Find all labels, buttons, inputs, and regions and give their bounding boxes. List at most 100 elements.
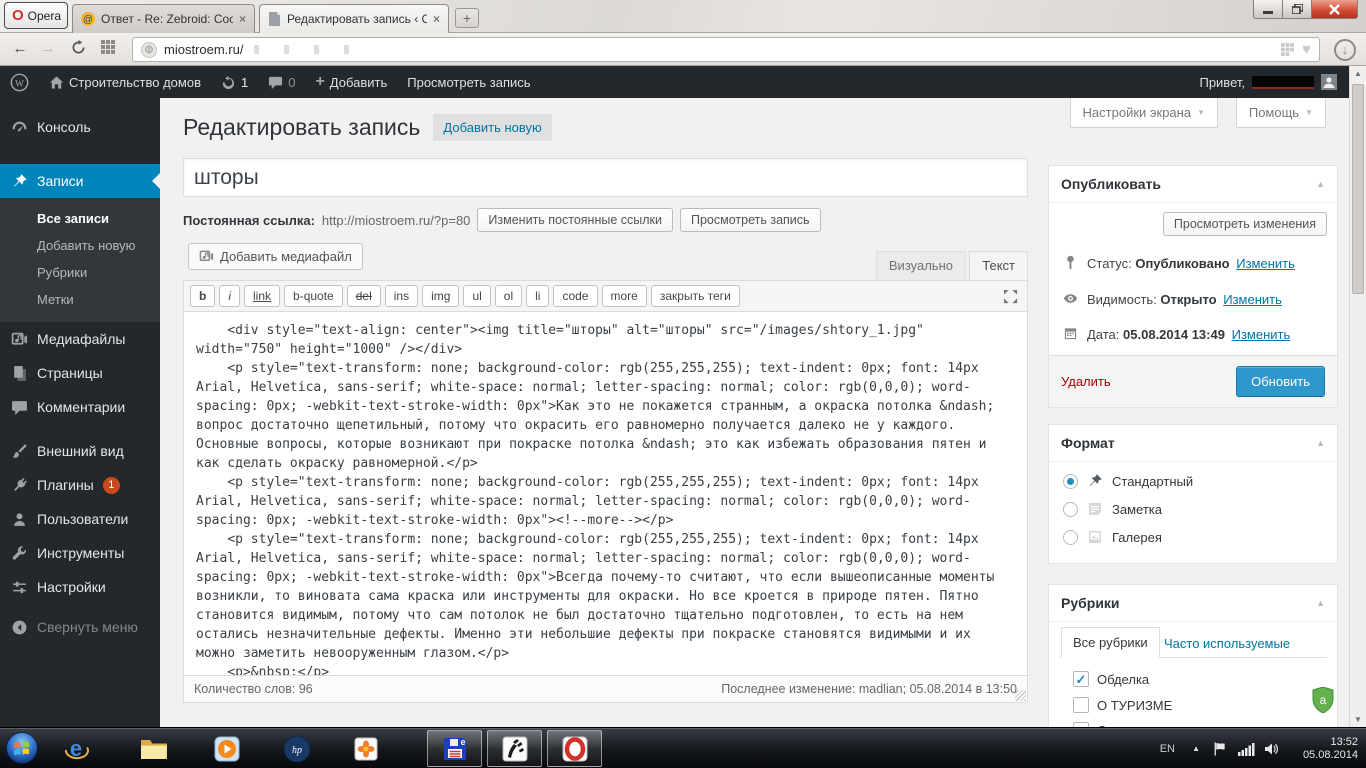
checkbox-unchecked[interactable] — [1073, 697, 1089, 713]
comments-menu[interactable]: 0 — [258, 66, 305, 98]
format-option-aside[interactable]: Заметка — [1063, 501, 1325, 517]
avatar[interactable] — [1321, 74, 1337, 90]
quicktag-close-tags[interactable]: закрыть теги — [650, 285, 740, 307]
url-field[interactable]: ◍ miostroem.ru/ ♥ — [132, 37, 1320, 62]
start-button[interactable] — [5, 731, 39, 765]
windows-explorer-icon[interactable] — [139, 734, 169, 764]
minimize-button[interactable] — [1253, 0, 1283, 19]
quicktag-bold[interactable]: b — [190, 285, 216, 307]
quicktag-more[interactable]: more — [601, 285, 647, 307]
extensions-grid-icon[interactable] — [1281, 43, 1295, 56]
scroll-up-icon[interactable]: ▲ — [1350, 69, 1366, 78]
tray-expand-icon[interactable]: ▲ — [1192, 728, 1200, 768]
tab-frequent-categories[interactable]: Часто используемые — [1164, 636, 1290, 651]
panel-toggle-icon[interactable]: ▲ — [1316, 438, 1325, 448]
quicktag-link[interactable]: link — [244, 285, 281, 307]
panel-toggle-icon[interactable]: ▲ — [1316, 598, 1325, 608]
quicktag-blockquote[interactable]: b-quote — [284, 285, 343, 307]
browser-tab-edit-post[interactable]: Редактировать запись ‹ С × — [259, 4, 449, 33]
category-item[interactable]: ✓ Обделка — [1073, 671, 1325, 687]
language-indicator[interactable]: EN — [1160, 728, 1175, 768]
view-post-menu[interactable]: Просмотреть запись — [397, 66, 540, 98]
format-option-gallery[interactable]: Галерея — [1063, 529, 1325, 545]
tab-close-icon[interactable]: × — [433, 12, 440, 26]
submenu-categories[interactable]: Рубрики — [0, 259, 160, 286]
category-item[interactable]: О ТУРИЗМЕ — [1073, 697, 1325, 713]
quicktag-ins[interactable]: ins — [384, 285, 419, 307]
browser-tab-mail[interactable]: @ Ответ - Re: Zebroid: Сооб × — [72, 4, 255, 33]
media-player-icon[interactable] — [212, 734, 242, 764]
help-tab[interactable]: Помощь ▼ — [1235, 98, 1326, 128]
preview-changes-button[interactable]: Просмотреть изменения — [1162, 212, 1327, 236]
resize-grip[interactable] — [1015, 690, 1026, 701]
post-title-input[interactable] — [183, 158, 1028, 197]
clock[interactable]: 13:52 05.08.2014 — [1288, 728, 1358, 768]
forward-icon[interactable]: → — [38, 40, 58, 58]
browser-scrollbar[interactable]: ▲ ▼ — [1349, 66, 1366, 727]
bookmark-heart-icon[interactable]: ♥ — [1302, 41, 1311, 58]
sidebar-item-users[interactable]: Пользователи — [0, 502, 160, 536]
back-icon[interactable]: ← — [10, 40, 30, 58]
categories-panel-header[interactable]: Рубрики ▲ — [1049, 585, 1337, 622]
restore-button[interactable] — [1283, 0, 1312, 19]
format-option-standard[interactable]: Стандартный — [1063, 473, 1325, 489]
close-button[interactable] — [1312, 0, 1358, 19]
sidebar-item-collapse-menu[interactable]: Свернуть меню — [0, 610, 160, 644]
edit-date-link[interactable]: Изменить — [1232, 327, 1291, 342]
scrollbar-thumb[interactable] — [1352, 84, 1364, 294]
edit-permalinks-button[interactable]: Изменить постоянные ссылки — [477, 208, 673, 232]
sidebar-item-appearance[interactable]: Внешний вид — [0, 434, 160, 468]
updates-menu[interactable]: 1 — [211, 66, 258, 98]
radio-unselected[interactable] — [1063, 529, 1078, 545]
sidebar-item-tools[interactable]: Инструменты — [0, 536, 160, 570]
edit-status-link[interactable]: Изменить — [1236, 256, 1295, 271]
action-center-flag-icon[interactable] — [1212, 728, 1227, 768]
avast-shield-icon[interactable]: a — [1312, 686, 1334, 718]
format-panel-header[interactable]: Формат ▲ — [1049, 425, 1337, 462]
sidebar-item-plugins[interactable]: Плагины 1 — [0, 468, 160, 502]
post-content-textarea[interactable]: <div style="text-align: center"><img tit… — [184, 312, 1027, 675]
panel-toggle-icon[interactable]: ▲ — [1316, 179, 1325, 189]
quicktag-img[interactable]: img — [422, 285, 460, 307]
new-tab-button[interactable]: + — [455, 8, 479, 28]
update-button[interactable]: Обновить — [1236, 366, 1325, 397]
submenu-all-posts[interactable]: Все записи — [0, 205, 160, 232]
editor-tab-text[interactable]: Текст — [969, 251, 1028, 281]
quicktag-ol[interactable]: ol — [494, 285, 523, 307]
sidebar-item-settings[interactable]: Настройки — [0, 570, 160, 604]
taskbar-app-opera[interactable] — [547, 730, 602, 767]
quicktag-ul[interactable]: ul — [463, 285, 491, 307]
quicktag-li[interactable]: li — [526, 285, 550, 307]
quicktag-del[interactable]: del — [346, 285, 381, 307]
editor-tab-visual[interactable]: Визуально — [875, 251, 966, 281]
quicktag-code[interactable]: code — [553, 285, 598, 307]
tab-all-categories[interactable]: Все рубрики — [1061, 627, 1160, 658]
sidebar-item-comments[interactable]: Комментарии — [0, 390, 160, 424]
downloads-button[interactable]: ↓ — [1334, 39, 1356, 61]
reload-icon[interactable] — [68, 40, 88, 58]
network-signal-icon[interactable] — [1238, 728, 1255, 768]
sidebar-item-pages[interactable]: Страницы — [0, 356, 160, 390]
quicktag-italic[interactable]: i — [219, 285, 241, 307]
tab-close-icon[interactable]: × — [239, 12, 246, 26]
screen-options-tab[interactable]: Настройки экрана ▼ — [1069, 98, 1218, 128]
submenu-tags[interactable]: Метки — [0, 286, 160, 313]
add-new-menu[interactable]: + Добавить — [305, 66, 397, 98]
sidebar-item-posts[interactable]: Записи — [0, 164, 160, 198]
site-name-menu[interactable]: Строительство домов — [39, 66, 211, 98]
internet-explorer-icon[interactable]: e — [61, 734, 91, 764]
scroll-down-icon[interactable]: ▼ — [1350, 715, 1366, 724]
submenu-add-new[interactable]: Добавить новую — [0, 232, 160, 259]
add-new-post-button[interactable]: Добавить новую — [433, 114, 552, 141]
taskbar-app-zebroid[interactable] — [487, 730, 542, 767]
checkbox-checked[interactable]: ✓ — [1073, 671, 1089, 687]
publish-panel-header[interactable]: Опубликовать ▲ — [1049, 166, 1337, 203]
volume-icon[interactable] — [1263, 728, 1279, 768]
opera-menu-button[interactable]: O Opera — [4, 2, 68, 29]
speed-dial-grid-icon[interactable] — [98, 40, 118, 58]
taskbar-app-editor[interactable]: e — [427, 730, 482, 767]
fullscreen-icon[interactable] — [1003, 289, 1018, 304]
sidebar-item-dashboard[interactable]: Консоль — [0, 110, 160, 144]
move-to-trash-link[interactable]: Удалить — [1061, 374, 1111, 389]
photo-gallery-icon[interactable] — [351, 734, 381, 764]
